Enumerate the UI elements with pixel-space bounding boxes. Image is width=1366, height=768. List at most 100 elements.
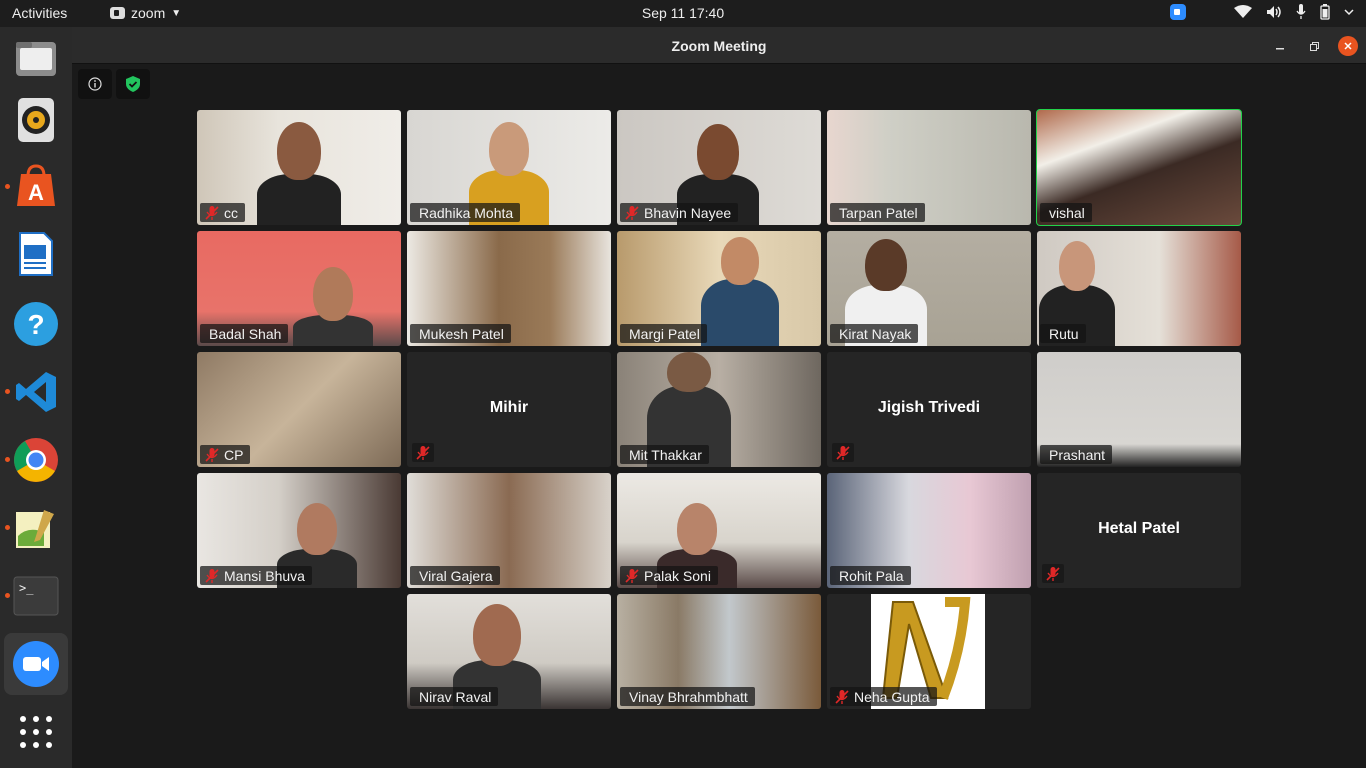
participant-tile[interactable]: Mihir: [407, 352, 611, 467]
microphone-icon[interactable]: [1296, 4, 1306, 20]
system-tray[interactable]: [1170, 4, 1354, 20]
participant-name: Mukesh Patel: [419, 325, 504, 342]
activities-button[interactable]: Activities: [12, 5, 67, 21]
show-applications-icon: [20, 716, 52, 748]
participant-body: [701, 279, 779, 346]
participant-tile[interactable]: Rohit Pala: [827, 473, 1031, 588]
power-menu-icon[interactable]: [1344, 7, 1354, 17]
participant-tile[interactable]: CP: [197, 352, 401, 467]
dock-files[interactable]: [4, 27, 68, 89]
participant-name-large: Mihir: [489, 399, 529, 416]
muted-mic-icon: [832, 443, 854, 462]
dock-vscode[interactable]: [4, 361, 68, 423]
dock-chrome[interactable]: [4, 429, 68, 491]
participant-tile[interactable]: Jigish Trivedi: [827, 352, 1031, 467]
dock-help[interactable]: ?: [4, 293, 68, 355]
dock-zoom[interactable]: [4, 633, 68, 695]
close-button[interactable]: [1338, 36, 1358, 56]
participant-name-tag: cc: [200, 203, 245, 222]
participant-face: [313, 267, 353, 321]
participant-name-tag: Mansi Bhuva: [200, 566, 312, 585]
muted-mic-icon: [412, 443, 434, 462]
participant-face: [721, 237, 759, 285]
close-icon: [1344, 42, 1352, 50]
text-editor-icon: [16, 510, 54, 548]
minimize-button[interactable]: [1270, 36, 1290, 56]
meeting-info-button[interactable]: [78, 69, 112, 99]
chrome-icon: [14, 438, 58, 482]
participant-tile[interactable]: Vinay Bhrahmbhatt: [617, 594, 821, 709]
zoom-app-icon: [110, 7, 125, 19]
vscode-icon: [16, 372, 56, 412]
participant-name: Rohit Pala: [839, 567, 904, 584]
participant-tile[interactable]: Mansi Bhuva: [197, 473, 401, 588]
participant-tile[interactable]: Prashant: [1037, 352, 1241, 467]
participant-tile[interactable]: Badal Shah: [197, 231, 401, 346]
battery-icon[interactable]: [1320, 4, 1330, 20]
participant-tile[interactable]: Neha Gupta: [827, 594, 1031, 709]
software-center-icon: A: [17, 164, 55, 206]
participant-face: [1059, 241, 1095, 291]
dock-rhythmbox[interactable]: [4, 89, 68, 151]
participant-name-tag: vishal: [1040, 203, 1092, 222]
participant-tile[interactable]: Rutu: [1037, 231, 1241, 346]
muted-mic-icon: [834, 689, 850, 705]
participant-name: Prashant: [1049, 446, 1106, 463]
writer-icon: [19, 232, 53, 276]
volume-icon[interactable]: [1266, 5, 1282, 19]
participant-name-tag: Neha Gupta: [830, 687, 937, 706]
participant-tile[interactable]: Palak Soni: [617, 473, 821, 588]
participant-name-tag: Mit Thakkar: [620, 445, 709, 464]
participant-name: Neha Gupta: [854, 688, 930, 705]
participant-name-tag: Kirat Nayak: [830, 324, 919, 343]
muted-mic-icon: [204, 205, 220, 221]
participant-tile[interactable]: Kirat Nayak: [827, 231, 1031, 346]
participant-name: cc: [224, 204, 238, 221]
participant-name: Rutu: [1049, 325, 1079, 342]
participant-face: [677, 503, 717, 555]
participant-name-large: Hetal Patel: [1098, 520, 1180, 537]
participant-tile[interactable]: Nirav Raval: [407, 594, 611, 709]
participant-tile[interactable]: Radhika Mohta: [407, 110, 611, 225]
participant-tile[interactable]: Mit Thakkar: [617, 352, 821, 467]
participant-name-tag: Nirav Raval: [410, 687, 499, 706]
wifi-icon[interactable]: [1234, 5, 1252, 19]
participant-name-tag: Viral Gajera: [410, 566, 500, 585]
participant-name: Bhavin Nayee: [644, 204, 732, 221]
participant-tile[interactable]: Mukesh Patel: [407, 231, 611, 346]
app-menu[interactable]: zoom ▼: [110, 5, 181, 21]
maximize-button[interactable]: [1304, 36, 1324, 56]
participant-name: Vinay Bhrahmbhatt: [629, 688, 748, 705]
participant-tile[interactable]: Bhavin Nayee: [617, 110, 821, 225]
participant-name: vishal: [1049, 204, 1085, 221]
participant-tile[interactable]: Hetal Patel: [1037, 473, 1241, 588]
participant-tile[interactable]: Viral Gajera: [407, 473, 611, 588]
encryption-button[interactable]: [116, 69, 150, 99]
muted-mic-icon: [204, 447, 220, 463]
participant-name: Radhika Mohta: [419, 204, 514, 221]
clock[interactable]: Sep 11 17:40: [642, 5, 724, 21]
dock-terminal[interactable]: >_: [4, 565, 68, 627]
participant-face: [667, 352, 711, 392]
participant-tile[interactable]: cc: [197, 110, 401, 225]
participant-tile[interactable]: vishal: [1036, 109, 1242, 226]
muted-mic-icon: [624, 568, 640, 584]
dock-software[interactable]: A: [4, 155, 68, 217]
restore-icon: [1309, 41, 1319, 51]
dock-gedit[interactable]: [4, 497, 68, 559]
participant-tile[interactable]: Margi Patel: [617, 231, 821, 346]
dock-writer[interactable]: [4, 223, 68, 285]
participant-name-tag: Palak Soni: [620, 566, 718, 585]
files-icon: [16, 42, 56, 76]
participant-face: [277, 122, 321, 180]
dock-show-apps[interactable]: [4, 701, 68, 763]
title-bar[interactable]: Zoom Meeting: [72, 27, 1366, 64]
participant-name: Badal Shah: [209, 325, 282, 342]
zoom-tray-icon[interactable]: [1170, 4, 1186, 20]
participant-name-tag: Tarpan Patel: [830, 203, 925, 222]
participant-tile[interactable]: Tarpan Patel: [827, 110, 1031, 225]
participant-name-tag: CP: [200, 445, 251, 464]
zoom-meeting-window: Zoom Meeting cc Radhika Mohta Bhavin Nayee…: [72, 27, 1366, 768]
dock: A ? >_: [0, 27, 72, 768]
zoom-icon: [13, 641, 59, 687]
